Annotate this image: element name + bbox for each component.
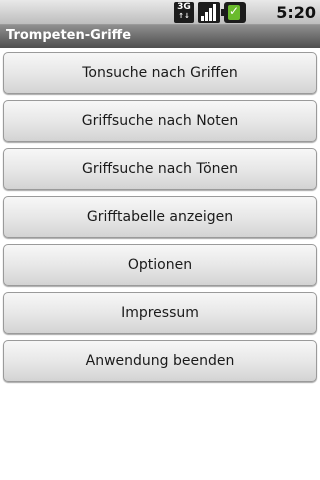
fingering-search-by-notes-button[interactable]: Griffsuche nach Noten (3, 100, 317, 142)
battery-charging-icon: ✓ (221, 2, 246, 23)
status-bar: 3G ↑↓ ✓ 5:20 PM (0, 0, 320, 41)
signal-strength-icon (198, 2, 220, 23)
app-title: Trompeten-Griffe (6, 28, 132, 43)
network-3g-icon: 3G ↑↓ (174, 2, 194, 23)
app-title-bar: Trompeten-Griffe (0, 25, 320, 48)
network-type-label: 3G (177, 2, 191, 12)
show-fingering-table-button[interactable]: Grifftabelle anzeigen (3, 196, 317, 238)
fingering-search-by-tones-button[interactable]: Griffsuche nach Tönen (3, 148, 317, 190)
exit-app-button[interactable]: Anwendung beenden (3, 340, 317, 382)
tone-search-by-fingering-button[interactable]: Tonsuche nach Griffen (3, 52, 317, 94)
imprint-button[interactable]: Impressum (3, 292, 317, 334)
options-button[interactable]: Optionen (3, 244, 317, 286)
